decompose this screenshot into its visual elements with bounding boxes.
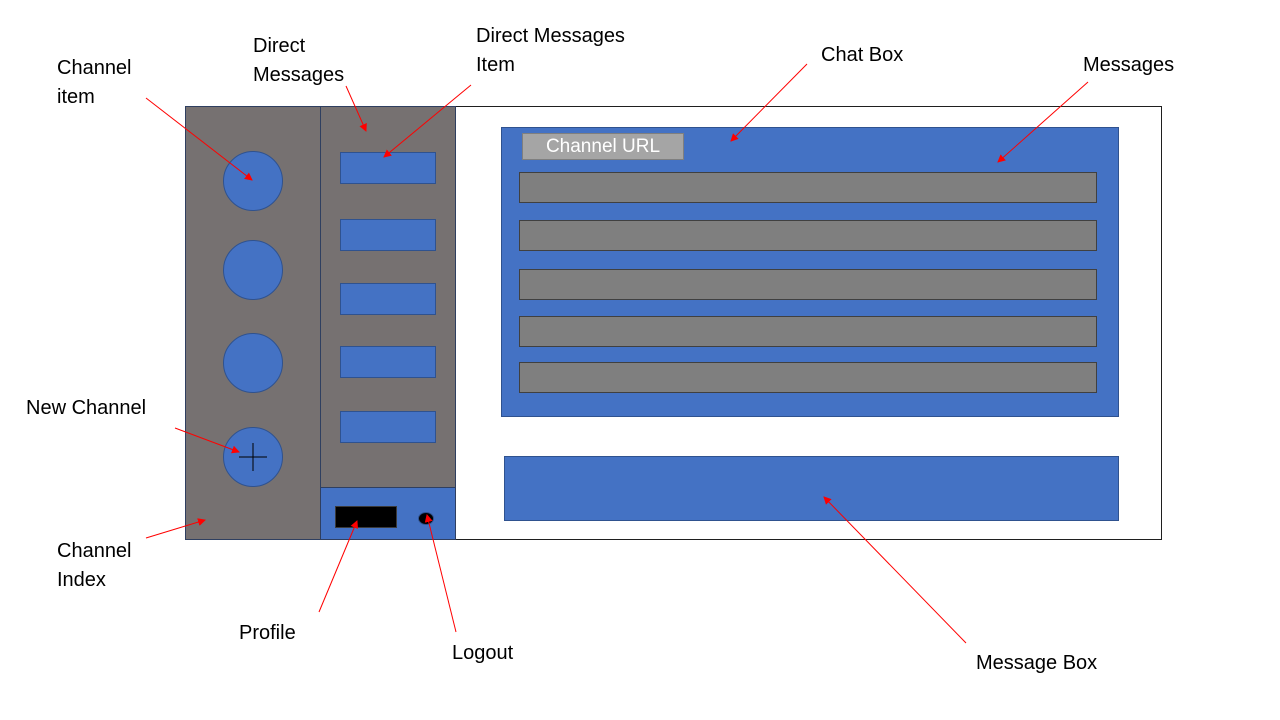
label-new-channel: New Channel bbox=[26, 397, 147, 419]
arrow-channel-index bbox=[145, 518, 206, 539]
arrow-chat-box bbox=[730, 63, 808, 142]
label-chat-box: Chat Box bbox=[821, 44, 904, 66]
arrow-direct-messages bbox=[345, 85, 367, 132]
arrow-logout bbox=[424, 514, 457, 633]
label-message-box: Message Box bbox=[976, 652, 1098, 674]
wireframe-diagram: Channel URL Channel item Direct Messages… bbox=[0, 0, 1280, 720]
arrow-new-channel bbox=[174, 427, 240, 454]
label-channel-item: Channel item bbox=[57, 57, 132, 108]
label-profile: Profile bbox=[239, 622, 296, 644]
label-logout: Logout bbox=[452, 642, 514, 664]
arrow-channel-item bbox=[145, 97, 253, 181]
label-channel-index: Channel Index bbox=[57, 540, 132, 591]
arrow-messages bbox=[997, 81, 1089, 163]
arrow-message-box bbox=[823, 496, 967, 644]
arrow-profile bbox=[318, 520, 358, 613]
arrow-direct-messages-item bbox=[383, 84, 472, 158]
label-messages: Messages bbox=[1083, 54, 1175, 76]
label-direct-messages-item: Direct Messages Item bbox=[476, 25, 625, 76]
annotation-arrows bbox=[145, 63, 1089, 644]
label-direct-messages: Direct Messages bbox=[253, 35, 345, 86]
